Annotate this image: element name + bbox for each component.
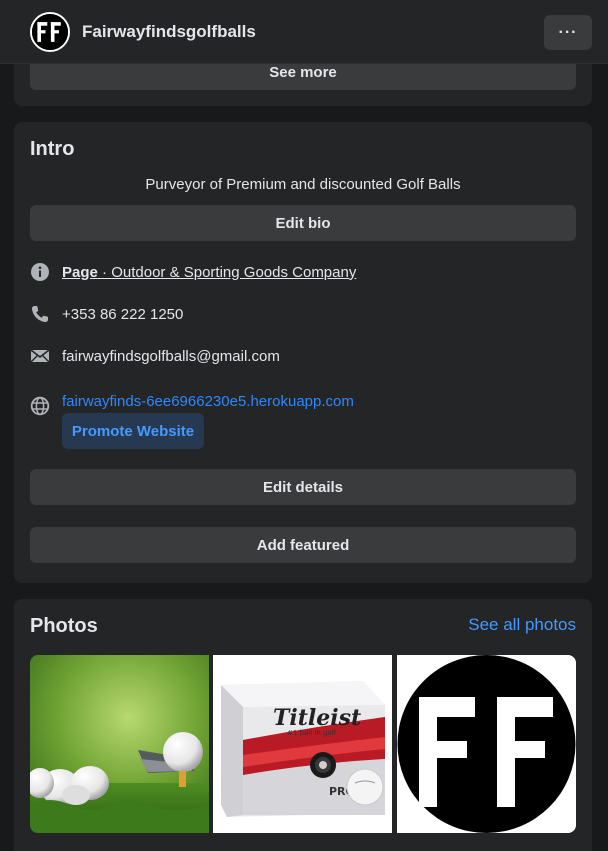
- promote-website-label: Promote Website: [71, 422, 195, 440]
- category-prefix: Page: [62, 263, 98, 281]
- ff-logo-photo[interactable]: [397, 655, 576, 833]
- edit-bio-button[interactable]: Edit bio: [30, 205, 576, 241]
- photos-card: Photos See all photos Titleist #1 ball i…: [14, 599, 592, 851]
- ff-logo-icon: [32, 13, 68, 50]
- more-options-button[interactable]: ···: [544, 15, 592, 50]
- email-address: fairwayfindsgolfballs@gmail.com: [62, 347, 280, 365]
- globe-icon: [30, 396, 50, 416]
- page-header: Fairwayfindsgolfballs ···: [0, 0, 608, 64]
- titleist-brand-text: Titleist: [273, 705, 361, 731]
- category-text: Outdoor & Sporting Goods Company: [111, 263, 357, 281]
- category-separator: ·: [97, 263, 112, 281]
- add-featured-button[interactable]: Add featured: [30, 527, 576, 563]
- photos-title: Photos: [30, 615, 98, 637]
- phone-icon: [30, 304, 50, 324]
- intro-bio: Purveyor of Premium and discounted Golf …: [145, 176, 461, 193]
- see-more-label: See more: [269, 63, 337, 81]
- edit-details-label: Edit details: [262, 478, 344, 496]
- titleist-tagline-text: #1 ball in golf: [287, 729, 337, 737]
- mail-icon: [30, 346, 50, 366]
- promote-website-button[interactable]: Promote Website: [62, 413, 204, 449]
- edit-bio-label: Edit bio: [275, 214, 331, 232]
- add-featured-label: Add featured: [256, 536, 350, 554]
- titleist-box-photo[interactable]: Titleist #1 ball in golf PRO: [213, 655, 392, 833]
- intro-card: Intro Purveyor of Premium and discounted…: [14, 122, 592, 583]
- page-name[interactable]: Fairwayfindsgolfballs: [82, 22, 256, 42]
- page-avatar[interactable]: [30, 11, 70, 52]
- website-row: fairwayfinds-6ee6966230e5.herokuapp.com: [30, 386, 354, 416]
- see-all-photos-link[interactable]: See all photos: [468, 615, 576, 635]
- intro-title: Intro: [30, 138, 75, 160]
- info-icon: [30, 262, 50, 282]
- category-link[interactable]: Page · Outdoor & Sporting Goods Company: [62, 264, 356, 281]
- edit-details-button[interactable]: Edit details: [30, 469, 576, 505]
- phone-number: +353 86 222 1250: [62, 305, 184, 323]
- email-row: fairwayfindsgolfballs@gmail.com: [30, 346, 280, 366]
- category-row: Page · Outdoor & Sporting Goods Company: [30, 262, 356, 282]
- website-link[interactable]: fairwayfinds-6ee6966230e5.herokuapp.com: [62, 393, 354, 410]
- golf-balls-on-grass-photo[interactable]: [30, 655, 209, 833]
- more-icon: ···: [558, 23, 578, 41]
- phone-row: +353 86 222 1250: [30, 304, 183, 324]
